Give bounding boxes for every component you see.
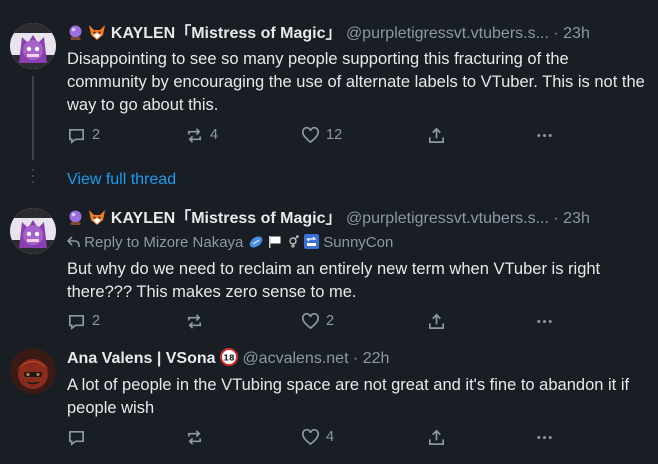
author-handle[interactable]: @purpletigressvt.vtubers.s... bbox=[346, 25, 549, 42]
post-1[interactable]: KAYLEN「Mistress of Magic」 @purpletigress… bbox=[0, 0, 658, 160]
post-text: A lot of people in the VTubing space are… bbox=[67, 376, 630, 417]
reply-count: 2 bbox=[92, 127, 101, 143]
heart-icon bbox=[302, 428, 319, 445]
soon-arrow-icon bbox=[304, 234, 323, 251]
post-3[interactable]: Ana Valens | VSona 18 @acvalens.net · 22… bbox=[0, 340, 658, 464]
post-text: But why do we need to reclaim an entirel… bbox=[67, 260, 601, 301]
avatar-kaylen[interactable] bbox=[10, 208, 56, 254]
flag-icon bbox=[268, 234, 286, 251]
more-options-button[interactable] bbox=[535, 426, 560, 448]
post-time[interactable]: · 23h bbox=[553, 210, 589, 227]
repost-icon bbox=[187, 127, 202, 143]
reply-to-suffix[interactable]: SunnyCon bbox=[323, 234, 393, 251]
thread-gap-dots bbox=[32, 169, 34, 187]
like-button[interactable]: 2 bbox=[301, 310, 334, 332]
crystal-ball-icon bbox=[67, 209, 84, 233]
reply-icon bbox=[68, 430, 85, 446]
share-icon bbox=[428, 127, 445, 143]
avatar-ana-valens[interactable] bbox=[10, 348, 56, 394]
post-header: KAYLEN「Mistress of Magic」 @purpletigress… bbox=[67, 23, 590, 45]
author-name[interactable]: Ana Valens | VSona bbox=[67, 350, 216, 367]
crystal-ball-icon bbox=[67, 24, 84, 48]
repost-icon bbox=[187, 313, 202, 329]
reply-to-text[interactable]: Reply to Mizore Nakaya bbox=[84, 234, 243, 251]
heart-icon bbox=[302, 312, 319, 329]
repost-button[interactable]: 4 bbox=[185, 124, 218, 146]
reply-count: 2 bbox=[92, 313, 101, 329]
like-count: 12 bbox=[326, 127, 343, 143]
share-button[interactable] bbox=[427, 124, 452, 146]
post-actions: 2 4 12 bbox=[67, 124, 567, 146]
more-options-button[interactable] bbox=[535, 124, 560, 146]
share-icon bbox=[428, 429, 445, 445]
reply-button[interactable]: 2 bbox=[67, 124, 100, 146]
avatar-kaylen[interactable] bbox=[10, 23, 56, 69]
rugby-ball-icon bbox=[248, 234, 268, 251]
author-name[interactable]: KAYLEN「Mistress of Magic」 bbox=[111, 25, 342, 42]
like-button[interactable]: 12 bbox=[301, 124, 342, 146]
repost-icon bbox=[187, 429, 202, 445]
share-button[interactable] bbox=[427, 426, 452, 448]
reply-button[interactable]: 2 bbox=[67, 310, 100, 332]
author-handle[interactable]: @purpletigressvt.vtubers.s... bbox=[346, 210, 549, 227]
like-button[interactable]: 4 bbox=[301, 426, 334, 448]
more-options-button[interactable] bbox=[535, 310, 560, 332]
reply-arrow-icon bbox=[66, 234, 84, 251]
post-actions: 4 bbox=[67, 426, 567, 448]
post-header: Ana Valens | VSona 18 @acvalens.net · 22… bbox=[67, 348, 389, 370]
more-icon bbox=[537, 133, 552, 137]
like-count: 2 bbox=[326, 313, 335, 329]
author-handle[interactable]: @acvalens.net bbox=[242, 350, 348, 367]
view-full-thread-link[interactable]: View full thread bbox=[67, 171, 176, 189]
repost-count: 4 bbox=[210, 127, 219, 143]
share-icon bbox=[428, 313, 445, 329]
fox-icon bbox=[88, 24, 106, 48]
repost-button[interactable] bbox=[185, 426, 210, 448]
reply-icon bbox=[68, 128, 85, 144]
post-actions: 2 2 bbox=[67, 310, 567, 332]
repost-button[interactable] bbox=[185, 310, 210, 332]
heart-icon bbox=[302, 126, 319, 143]
post-text: Disappointing to see so many people supp… bbox=[67, 50, 645, 114]
fox-icon bbox=[88, 209, 106, 233]
age-18-badge-icon: 18 bbox=[219, 348, 238, 373]
more-icon bbox=[537, 435, 552, 439]
share-button[interactable] bbox=[427, 310, 452, 332]
reply-icon bbox=[68, 314, 85, 330]
post-2[interactable]: KAYLEN「Mistress of Magic」 @purpletigress… bbox=[0, 200, 658, 340]
reply-button[interactable] bbox=[67, 426, 92, 448]
post-time[interactable]: · 22h bbox=[353, 350, 389, 367]
author-name[interactable]: KAYLEN「Mistress of Magic」 bbox=[111, 210, 342, 227]
svg-text:18: 18 bbox=[223, 354, 235, 363]
reply-context[interactable]: Reply to Mizore Nakaya SunnyCon bbox=[66, 233, 393, 253]
like-count: 4 bbox=[326, 429, 335, 445]
thread-line bbox=[32, 76, 34, 160]
post-header: KAYLEN「Mistress of Magic」 @purpletigress… bbox=[67, 208, 590, 230]
post-time[interactable]: · 23h bbox=[553, 25, 589, 42]
transgender-symbol-icon bbox=[286, 234, 304, 251]
more-icon bbox=[537, 319, 552, 323]
